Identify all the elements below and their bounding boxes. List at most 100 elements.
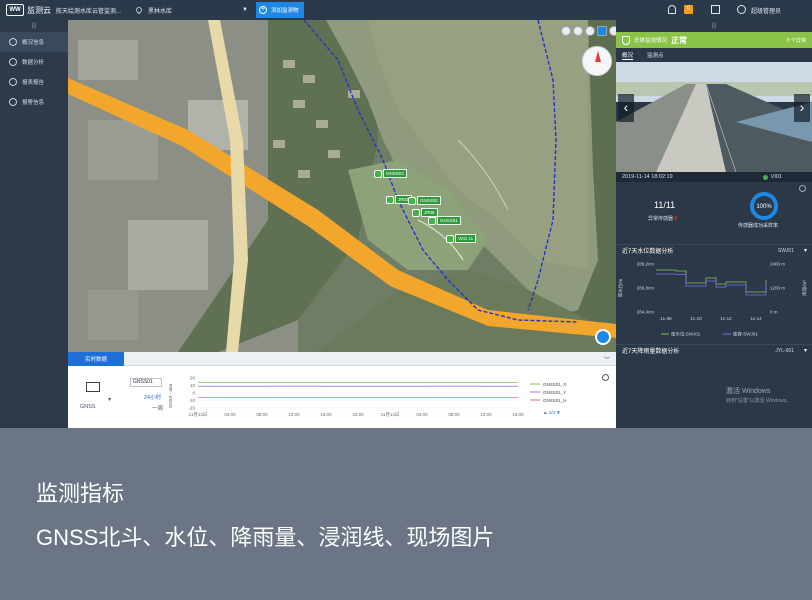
x-tick-label: 12:00 bbox=[288, 412, 300, 417]
caption-metrics: GNSS北斗、水位、降雨量、浸润线、现场图片 bbox=[36, 525, 495, 550]
y-tick-label: 20 bbox=[190, 376, 196, 381]
sensor-select[interactable]: GNSS01 bbox=[130, 378, 162, 387]
sensor-type-dropdown-icon[interactable]: ▾ bbox=[108, 396, 111, 403]
satellite-map[interactable]: GNSS03 JR03 GNSS02 JR06 GNSS01 VI01 11 bbox=[68, 20, 616, 352]
refresh-icon[interactable] bbox=[602, 374, 609, 381]
status-dot-icon bbox=[762, 174, 768, 180]
refresh-icon[interactable] bbox=[799, 185, 806, 192]
sidebar-item-label: 数据分析 bbox=[22, 60, 45, 66]
sidebar-item-alarm[interactable]: 报警信息 bbox=[0, 92, 68, 112]
locate-icon[interactable] bbox=[595, 329, 611, 345]
user-icon[interactable] bbox=[737, 5, 746, 14]
sidebar-item-label: 报表报告 bbox=[22, 80, 45, 86]
bell-icon[interactable] bbox=[668, 5, 676, 14]
photo-prev-button[interactable]: ‹ bbox=[618, 94, 634, 122]
sidebar-item-label: 报警信息 bbox=[22, 100, 45, 106]
plus-icon: + bbox=[259, 6, 267, 14]
x-tick-label: 11-12 bbox=[720, 316, 732, 321]
x-tick-label: 11月14日 bbox=[381, 412, 400, 418]
map-toolbar bbox=[561, 26, 616, 36]
cube-icon[interactable] bbox=[609, 26, 616, 36]
measure-icon[interactable] bbox=[585, 26, 595, 36]
add-monitor-button[interactable]: + 添加监测物 bbox=[256, 2, 304, 18]
legend-page-indicator: ▲ 1/3 ▼ bbox=[543, 410, 561, 415]
shield-icon bbox=[622, 35, 630, 45]
chevron-down-icon[interactable]: ︾ bbox=[604, 355, 610, 364]
water-sensor-code[interactable]: SWJ01 bbox=[778, 248, 794, 254]
sidebar-item-analysis[interactable]: 数据分析 bbox=[0, 52, 68, 72]
map-marker-gnss02[interactable]: GNSS02 bbox=[408, 196, 441, 205]
caption-panel: 监测指标 GNSS北斗、水位、降雨量、浸润线、现场图片 bbox=[0, 428, 812, 600]
map-marker-vi01[interactable]: VI01 11 bbox=[446, 234, 477, 243]
marker-icon bbox=[412, 208, 420, 217]
tab-overview[interactable]: 概况 bbox=[622, 51, 634, 60]
collapse-handle-icon[interactable]: ||| bbox=[0, 20, 68, 32]
period-24h[interactable]: 24小时 bbox=[144, 393, 161, 401]
user-name[interactable]: 超级管理员 bbox=[751, 6, 781, 15]
sensor-select-value: GNSS01 bbox=[133, 379, 153, 385]
x-tick-label: 08:00 bbox=[256, 412, 268, 417]
caret-down-icon: ▼ bbox=[242, 7, 248, 13]
tab-label: 实时数据 bbox=[84, 357, 107, 363]
rain-sensor-code[interactable]: JYL-001 bbox=[775, 348, 794, 354]
y-tick-label: 10 bbox=[190, 383, 196, 388]
sensor-stats: 11/11 异常传感器 0 100% 传感器成功采样率 bbox=[616, 182, 812, 244]
sidebar-item-report[interactable]: 报表报告 bbox=[0, 72, 68, 92]
sensor-type-label: GNSS bbox=[80, 404, 96, 410]
map-marker-gnss01[interactable]: GNSS01 bbox=[428, 216, 461, 225]
water-title: 近7天水位数据分析 bbox=[622, 249, 674, 255]
notification-badge[interactable]: 0 bbox=[684, 5, 693, 14]
map-marker-gnss03[interactable]: GNSS03 bbox=[374, 169, 407, 178]
marker-icon bbox=[446, 234, 454, 243]
site-photo-image bbox=[616, 62, 812, 172]
marker-label: GNSS02 bbox=[417, 196, 441, 205]
photo-time: 2019-11-14 18:02:19 bbox=[622, 174, 673, 180]
abnormal-sensors-value: 0 bbox=[674, 216, 678, 222]
tab-monitor-points[interactable]: 监测点 bbox=[647, 51, 664, 59]
x-tick-label: 04:00 bbox=[416, 412, 428, 417]
collapse-handle-icon[interactable]: ||| bbox=[616, 20, 812, 32]
layers-icon[interactable] bbox=[573, 26, 583, 36]
info-icon[interactable] bbox=[561, 26, 571, 36]
analysis-icon bbox=[9, 58, 17, 66]
left-tick-label: 289.2cm bbox=[637, 262, 655, 267]
x-tick-label: 04:00 bbox=[224, 412, 236, 417]
period-week[interactable]: 一周 bbox=[152, 404, 163, 412]
left-tick-label: 284.4cm bbox=[637, 310, 655, 315]
map-canvas bbox=[68, 20, 616, 352]
caption-title: 监测指标 bbox=[36, 481, 125, 506]
tab-realtime[interactable]: 实时数据 bbox=[68, 352, 124, 366]
compass-icon[interactable] bbox=[582, 46, 612, 76]
photo-next-button[interactable]: › bbox=[794, 94, 810, 122]
project-name: 航天绘测水库云管监测... bbox=[56, 9, 122, 15]
right-tick-label: 1200 m bbox=[770, 286, 785, 291]
x-tick-label: 11-14 bbox=[750, 316, 762, 321]
abnormal-count: 0 个异常 bbox=[786, 38, 806, 44]
logo-mark: WW bbox=[6, 4, 24, 16]
overall-status-bar: 总体监测情况 正常 0 个异常 bbox=[616, 32, 812, 48]
rainfall-section-title: 近7天降雨量数据分析 JYL-001 ▾ bbox=[616, 344, 812, 356]
legend-label: 库容:SWJ01 bbox=[733, 331, 758, 338]
realtime-panel: 实时数据 ︾ GNSS ▾ GNSS01 24小时 一周 GNSS - mm 20… bbox=[68, 352, 616, 428]
window-icon[interactable] bbox=[711, 5, 720, 14]
logo: WW 监测云 bbox=[6, 3, 51, 17]
legend-label: GNSS01_Y bbox=[543, 390, 566, 395]
site-selector[interactable]: 黑林水库 ▼ bbox=[134, 4, 248, 16]
top-bar: WW 监测云 航天绘测水库云管监测... 黑林水库 ▼ + 添加监测物 0 超级… bbox=[0, 0, 812, 20]
x-tick-label: 12:00 bbox=[480, 412, 492, 417]
y-axis-label: GNSS - mm bbox=[168, 384, 173, 409]
marker-icon bbox=[386, 195, 394, 204]
grid-icon[interactable] bbox=[597, 26, 607, 36]
chevron-down-icon[interactable]: ▾ bbox=[804, 247, 807, 254]
y-tick-label: -10 bbox=[188, 398, 195, 403]
sensors-ok-count: 11/11 bbox=[654, 200, 676, 210]
realtime-tabbar: 实时数据 ︾ bbox=[68, 352, 616, 366]
right-tick-label: 2400 m bbox=[770, 262, 785, 267]
legend-label: GNSS01_X bbox=[543, 382, 566, 387]
x-tick-label: 16:00 bbox=[512, 412, 524, 417]
chevron-down-icon[interactable]: ▾ bbox=[804, 347, 807, 354]
sidebar-item-overview[interactable]: 概况信息 bbox=[0, 32, 68, 52]
gnss-chart: GNSS - mm 20 10 0 -10 -20 11月13日 04:00 08:00 12:0… bbox=[168, 372, 608, 428]
legend-label: 库水位:SWJ01 bbox=[671, 331, 701, 338]
right-subtabs: 概况 监测点 bbox=[616, 48, 812, 62]
